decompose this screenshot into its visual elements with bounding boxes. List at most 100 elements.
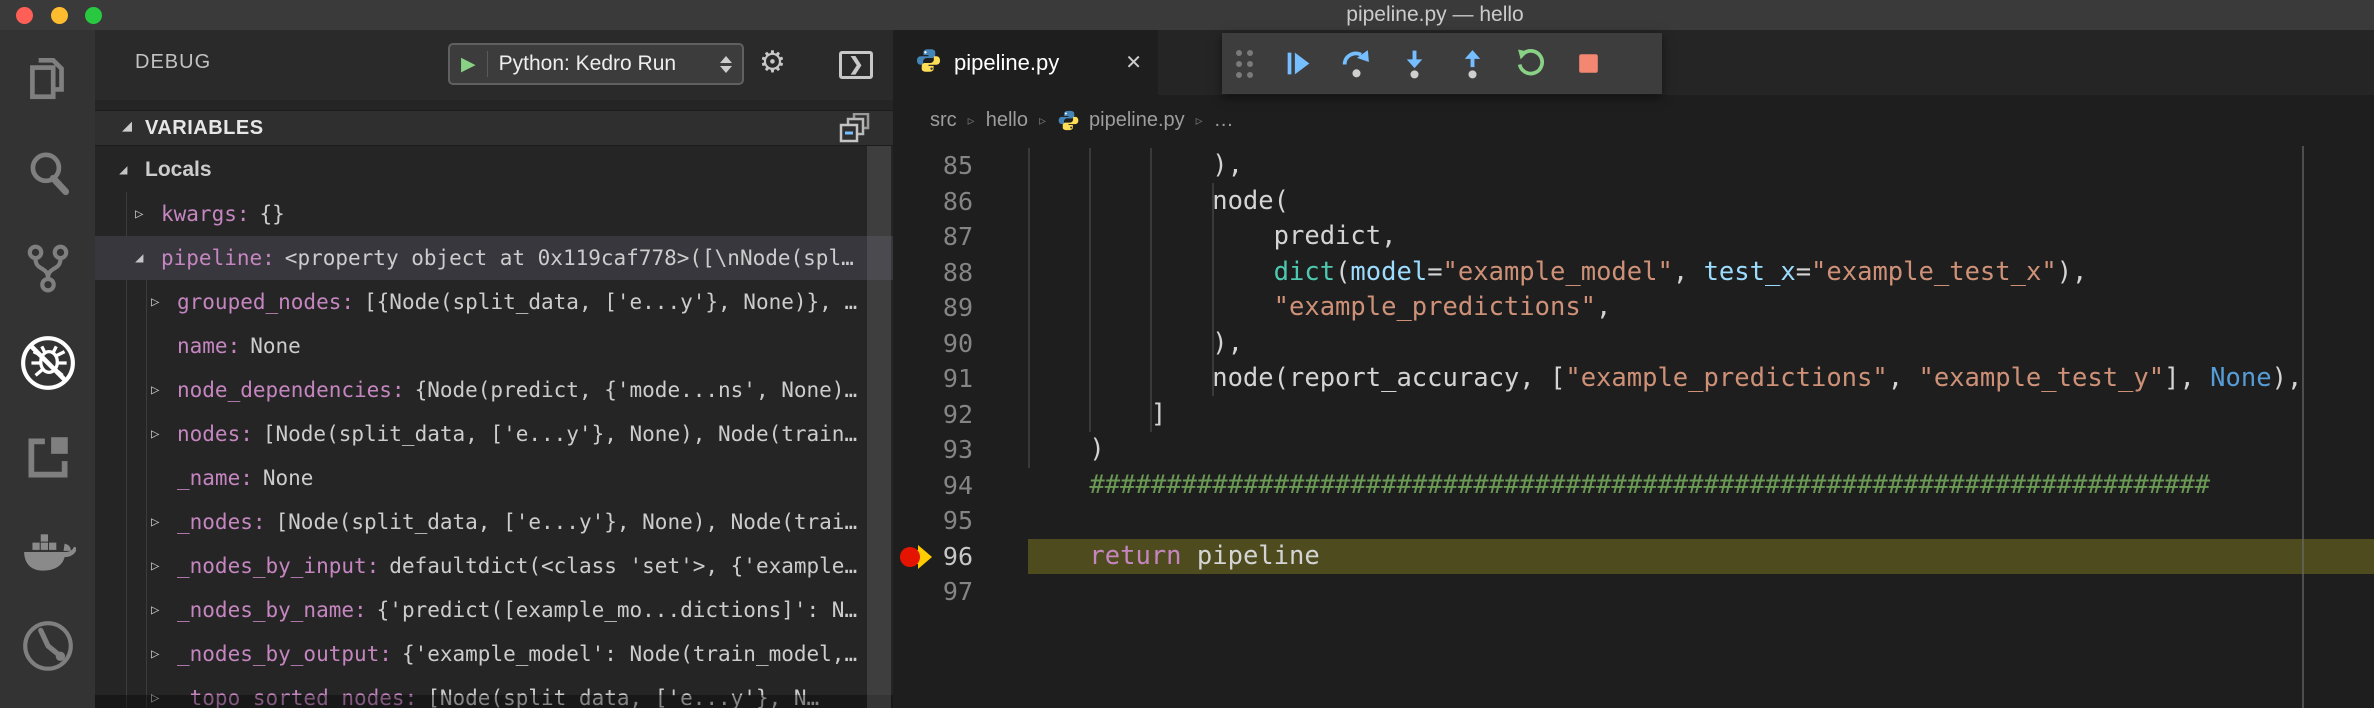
toolbar-drag-handle-icon[interactable]	[1236, 50, 1253, 78]
code-line-content[interactable]: ),	[1028, 148, 2374, 184]
variable-row-_name[interactable]: _name:None	[95, 456, 893, 500]
code-line-content[interactable]	[1028, 574, 2374, 610]
variable-row-grouped_nodes[interactable]: ▷grouped_nodes:[{Node(split_data, ['e...…	[95, 280, 893, 324]
section-twistie-icon[interactable]: ◢	[122, 118, 132, 134]
variable-row-_nodes_by_output[interactable]: ▷_nodes_by_output:{'example_model': Node…	[95, 632, 893, 676]
code-line-88: 88 dict(model="example_model", test_x="e…	[893, 255, 2374, 291]
gutter[interactable]: 93	[893, 432, 1028, 468]
breadcrumb-item-pipeline.py[interactable]: pipeline.py	[1089, 109, 1185, 132]
code-line-content[interactable]: predict,	[1028, 219, 2374, 255]
scope-row-locals[interactable]: ◢Locals	[95, 148, 893, 192]
gutter[interactable]: 89	[893, 290, 1028, 326]
code-line-content[interactable]: ]	[1028, 397, 2374, 433]
gutter[interactable]: 92	[893, 397, 1028, 433]
code-line-96: 96 return pipeline	[893, 539, 2374, 575]
gutter[interactable]: 91	[893, 361, 1028, 397]
config-stepper-icon[interactable]	[720, 56, 732, 73]
gutter[interactable]: 88	[893, 255, 1028, 291]
twistie-icon[interactable]: ◢	[119, 162, 145, 178]
code-line-content[interactable]: node(	[1028, 184, 2374, 220]
twistie-icon[interactable]: ▷	[151, 294, 177, 310]
twistie-icon[interactable]: ◢	[135, 250, 161, 266]
sidebar-item-docker[interactable]	[0, 505, 95, 600]
gear-icon[interactable]: ⚙	[759, 45, 786, 80]
search-icon	[22, 147, 74, 199]
gutter[interactable]: 96	[893, 539, 1028, 575]
breakpoint-current-line-icon[interactable]	[900, 545, 934, 569]
breadcrumb-item-hello[interactable]: hello	[986, 109, 1028, 132]
variables-section-header[interactable]: ◢ VARIABLES	[95, 110, 893, 146]
minimize-window-icon[interactable]	[51, 7, 68, 24]
variable-value: <property object at 0x119caf778>([\nNode…	[285, 246, 854, 270]
twistie-icon[interactable]: ▷	[151, 426, 177, 442]
sidebar-item-search[interactable]	[0, 125, 95, 220]
step-out-button[interactable]	[1443, 40, 1501, 88]
restart-button[interactable]	[1501, 40, 1559, 88]
variable-row-kwargs[interactable]: ▷kwargs:{}	[95, 192, 893, 236]
code-line-content[interactable]: )	[1028, 432, 2374, 468]
sidebar-item-extensions[interactable]	[0, 410, 95, 505]
start-debugging-icon[interactable]: ▶	[461, 53, 476, 76]
code-line-content[interactable]: node(report_accuracy, ["example_predicti…	[1028, 361, 2374, 397]
sidebar-item-explorer[interactable]	[0, 30, 95, 125]
line-number: 96	[943, 539, 973, 575]
sidebar-scrollbar[interactable]	[867, 146, 891, 708]
step-over-button[interactable]	[1327, 40, 1385, 88]
code-line-content[interactable]: return pipeline	[1028, 539, 2374, 575]
code-line-content[interactable]: dict(model="example_model", test_x="exam…	[1028, 255, 2374, 291]
variable-row-node_dependencies[interactable]: ▷node_dependencies:{Node(predict, {'mode…	[95, 368, 893, 412]
twistie-icon[interactable]: ▷	[151, 558, 177, 574]
code-line-content[interactable]: "example_predictions",	[1028, 290, 2374, 326]
variable-row-nodes[interactable]: ▷nodes:[Node(split_data, ['e...y'}, None…	[95, 412, 893, 456]
code-line-content[interactable]: ),	[1028, 326, 2374, 362]
code-line-94: 94 #####################################…	[893, 468, 2374, 504]
zoom-window-icon[interactable]	[85, 7, 102, 24]
code-line-95: 95	[893, 503, 2374, 539]
variable-value: [Node(split_data, ['e...y'}, None), Node…	[263, 422, 857, 446]
code-line-85: 85 ),	[893, 148, 2374, 184]
variables-tree: ◢Locals▷kwargs:{}◢pipeline:<property obj…	[95, 148, 893, 708]
stop-button[interactable]	[1559, 40, 1617, 88]
tab-label: pipeline.py	[954, 50, 1059, 76]
code-line-content[interactable]: ########################################…	[1028, 468, 2374, 504]
variable-row-_nodes[interactable]: ▷_nodes:[Node(split_data, ['e...y'}, Non…	[95, 500, 893, 544]
gutter[interactable]: 90	[893, 326, 1028, 362]
variable-value: [Node(split_data, ['e...y'}, None), Node…	[276, 510, 858, 534]
variable-value: {'predict([example_mo...dictions]': N…	[377, 598, 857, 622]
variable-name: _name:	[177, 466, 253, 490]
twistie-icon[interactable]: ▷	[135, 206, 161, 222]
collapse-all-icon[interactable]	[837, 113, 871, 152]
code-line-93: 93 )	[893, 432, 2374, 468]
step-into-button[interactable]	[1385, 40, 1443, 88]
code-editor[interactable]: 85 ),86 node(87 predict,88 dict(model="e…	[893, 146, 2374, 708]
gutter[interactable]: 87	[893, 219, 1028, 255]
gutter[interactable]: 85	[893, 148, 1028, 184]
launch-config-dropdown[interactable]: ▶ Python: Kedro Run	[448, 43, 744, 85]
breadcrumb-item-[interactable]: …	[1214, 109, 1234, 132]
twistie-icon[interactable]: ▷	[151, 602, 177, 618]
debug-console-icon[interactable]: ❯	[839, 51, 873, 79]
sidebar-item-debug[interactable]	[0, 315, 95, 410]
gutter[interactable]: 94	[893, 468, 1028, 504]
tab-pipeline-py[interactable]: pipeline.py ✕	[893, 30, 1158, 95]
breadcrumb-item-src[interactable]: src	[930, 109, 957, 132]
continue-button[interactable]	[1269, 40, 1327, 88]
files-icon	[22, 52, 74, 104]
sidebar-item-gitlens[interactable]	[0, 600, 95, 695]
variable-row-_nodes_by_name[interactable]: ▷_nodes_by_name:{'predict([example_mo...…	[95, 588, 893, 632]
variable-row-pipeline[interactable]: ◢pipeline:<property object at 0x119caf77…	[95, 236, 893, 280]
variable-row-_nodes_by_input[interactable]: ▷_nodes_by_input:defaultdict(<class 'set…	[95, 544, 893, 588]
twistie-icon[interactable]: ▷	[151, 382, 177, 398]
sidebar-item-source-control[interactable]	[0, 220, 95, 315]
line-number: 87	[943, 219, 973, 255]
close-window-icon[interactable]	[16, 7, 33, 24]
code-line-content[interactable]	[1028, 503, 2374, 539]
twistie-icon[interactable]: ▷	[151, 514, 177, 530]
gutter[interactable]: 95	[893, 503, 1028, 539]
gutter[interactable]: 97	[893, 574, 1028, 610]
variable-value: defaultdict(<class 'set'>, {'example…	[389, 554, 857, 578]
gutter[interactable]: 86	[893, 184, 1028, 220]
close-tab-icon[interactable]: ✕	[1125, 50, 1142, 75]
variable-row-name[interactable]: name:None	[95, 324, 893, 368]
twistie-icon[interactable]: ▷	[151, 646, 177, 662]
